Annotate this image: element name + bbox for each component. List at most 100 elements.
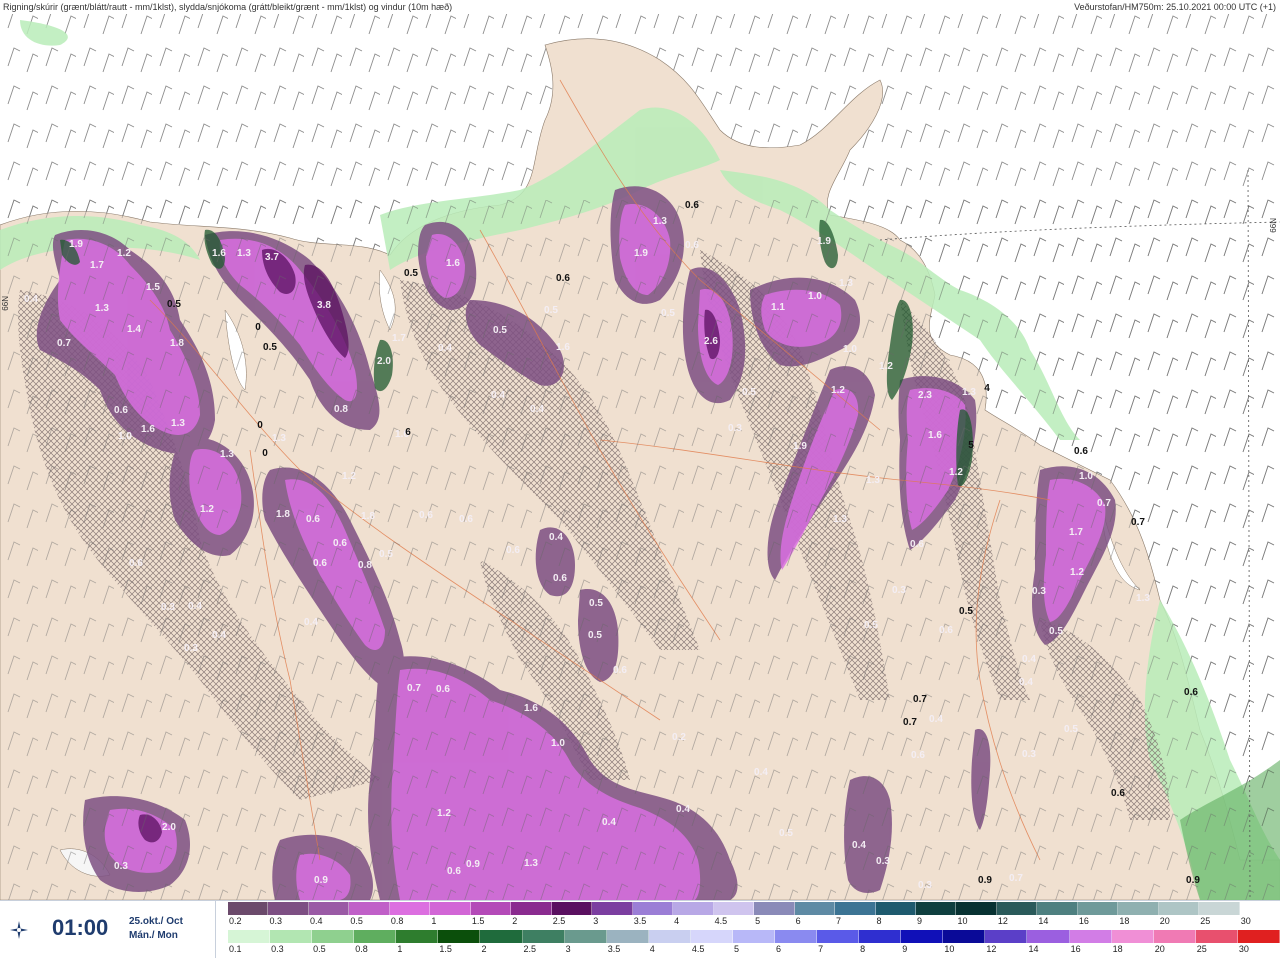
precip-value-label: 1.3 <box>1136 593 1150 604</box>
legend-snow-magenta-label: 20 <box>1159 916 1170 926</box>
precip-value-label: 1.2 <box>200 504 214 515</box>
point-value-label: 0.5 <box>404 268 418 279</box>
precip-value-label: 0.6 <box>553 573 567 584</box>
time-panel[interactable]: 01:00 25.okt./ Oct Mán./ Mon <box>0 900 216 958</box>
legend-snow-magenta-label: 14 <box>1038 916 1049 926</box>
precip-value-label: 0.5 <box>493 325 507 336</box>
legend-snow-magenta-swatch <box>996 902 1038 915</box>
precip-value-label: 0.4 <box>1022 654 1036 665</box>
precip-value-label: 0.4 <box>549 532 563 543</box>
precip-value-label: 0.5 <box>864 620 878 631</box>
legend-rain-green-label: 2.5 <box>523 944 537 954</box>
precip-value-label: 0.3 <box>876 856 890 867</box>
point-value-label: 0.6 <box>1074 446 1088 457</box>
precip-value-label: 0.4 <box>212 630 226 641</box>
precip-value-label: 1.9 <box>793 441 807 452</box>
legend-rain-green-label: 3.5 <box>607 944 621 954</box>
precip-value-label: 1.3 <box>839 278 853 289</box>
legend-rain-green-label: 0.8 <box>355 944 368 954</box>
forecast-date: 25.okt./ Oct <box>129 916 183 927</box>
legend-snow-magenta-label: 4.5 <box>714 916 728 926</box>
point-value-label: 5 <box>968 440 974 451</box>
precip-value-label: 1.6 <box>524 703 538 714</box>
legend-rain-green-label: 5 <box>733 944 739 954</box>
point-value-label: 0.7 <box>903 717 917 728</box>
point-value-label: 0 <box>255 322 261 333</box>
legend-rain-green-label: 25 <box>1196 944 1207 954</box>
legend-snow-magenta-swatch <box>1158 902 1200 915</box>
precip-value-label: 0.6 <box>306 514 320 525</box>
precip-value-label: 1.9 <box>817 236 831 247</box>
precip-value-label: 0.6 <box>613 665 627 676</box>
legend-snow-magenta-label: 9 <box>916 916 922 926</box>
precip-value-label: 1.3 <box>237 248 251 259</box>
precip-value-label: 1.2 <box>117 248 131 259</box>
precip-value-label: 1.3 <box>653 216 667 227</box>
precip-value-label: 1.6 <box>141 424 155 435</box>
legend-rain-green-swatch <box>522 930 565 943</box>
precip-value-label: 0.4 <box>188 601 202 612</box>
precip-value-label: 2.0 <box>162 822 176 833</box>
precip-value-label: 0.6 <box>114 405 128 416</box>
precip-value-label: 0.5 <box>544 305 558 316</box>
precip-value-label: 1.3 <box>220 449 234 460</box>
precip-value-label: 1.8 <box>276 509 290 520</box>
legend-rain-green-swatch <box>690 930 733 943</box>
precip-value-label: 1.5 <box>146 282 160 293</box>
point-value-label: 0.6 <box>685 200 699 211</box>
legend-rain-green-label: 8 <box>860 944 866 954</box>
legend-rain-green-swatch <box>859 930 902 943</box>
point-value-label: 0 <box>257 420 263 431</box>
precip-value-label: 0.6 <box>436 684 450 695</box>
precip-value-label: 1.3 <box>171 418 185 429</box>
legend-rain-green-label: 16 <box>1070 944 1081 954</box>
legend-snow-magenta-swatch <box>308 902 350 915</box>
precip-value-label: 0.8 <box>334 404 348 415</box>
precip-value-label: 0.5 <box>589 598 603 609</box>
precip-value-label: 1.0 <box>551 738 565 749</box>
precip-value-label: 1.6 <box>212 248 226 259</box>
legend-snow-magenta-swatch <box>673 902 714 915</box>
legend-snow-magenta-label: 1 <box>431 916 437 926</box>
precip-value-label: 0.6 <box>447 866 461 877</box>
precip-value-label: 0.3 <box>892 585 906 596</box>
legend-snow-magenta-label: 18 <box>1119 916 1130 926</box>
point-value-label: 4 <box>984 383 990 394</box>
legend-snow-magenta-label: 5 <box>755 916 761 926</box>
legend-rain-green-label: 2 <box>481 944 487 954</box>
precip-value-label: 0.7 <box>407 683 421 694</box>
legend-snow-magenta-swatch <box>349 902 390 915</box>
precip-value-label: 0.3 <box>728 423 742 434</box>
precip-value-label: 0.3 <box>1032 586 1046 597</box>
precip-value-label: 0.6 <box>910 539 924 550</box>
precip-value-label: 0.4 <box>929 714 943 725</box>
legend-snow-magenta-swatch <box>1077 902 1119 915</box>
precip-value-label: 2.6 <box>704 336 718 347</box>
legend-snow-magenta-label: 1.5 <box>471 916 485 926</box>
legend-rain-green-label: 30 <box>1238 944 1249 954</box>
precip-value-label: 0.4 <box>754 767 768 778</box>
legend-rain-green-swatch <box>732 930 776 943</box>
legend-rain-green-swatch <box>354 930 397 943</box>
precip-value-label: 0.7 <box>1097 498 1111 509</box>
precip-value-label: 0.5 <box>1064 724 1078 735</box>
legend-snow-magenta-swatch <box>713 902 755 915</box>
precip-value-label: 0.4 <box>438 343 452 354</box>
legend-snow-magenta-label: 0.2 <box>229 916 242 926</box>
legend-rain-green-label: 6 <box>776 944 782 954</box>
legend-rain-green-swatch <box>1153 930 1196 943</box>
precip-value-label: 1.3 <box>962 387 976 398</box>
legend-rain-green-label: 4 <box>649 944 655 954</box>
precip-value-label: 0.4 <box>491 390 505 401</box>
precip-value-label: 1.7 <box>1069 527 1083 538</box>
legend-rain-green-label: 12 <box>986 944 997 954</box>
legend-rain-green-swatch <box>606 930 649 943</box>
legend-snow-magenta-swatch <box>592 902 633 915</box>
forecast-time: 01:00 <box>52 915 109 940</box>
compass-star-icon[interactable] <box>9 920 29 940</box>
precip-value-label: 1.2 <box>437 808 451 819</box>
legend-snow-magenta-swatch <box>1037 902 1078 915</box>
precip-value-label: 1.6 <box>446 258 460 269</box>
precip-value-label: 0.6 <box>333 538 347 549</box>
legend-snow-magenta-label: 3 <box>593 916 599 926</box>
